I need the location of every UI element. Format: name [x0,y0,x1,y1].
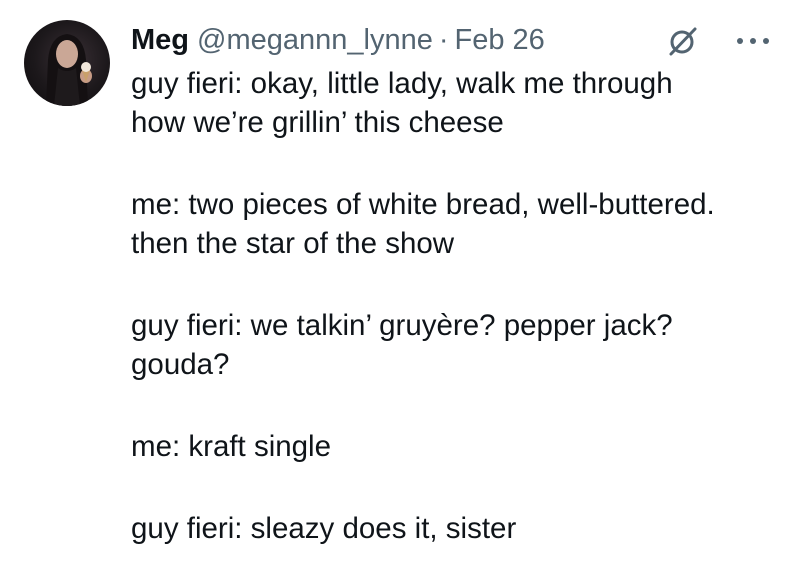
more-options-icon[interactable] [730,24,776,58]
tweet-paragraph: guy fieri: we talkin’ gruyère? pepper ja… [131,306,781,384]
tweet-line: gouda? [131,348,230,381]
tweet-line: guy fieri: okay, little lady, walk me th… [131,67,673,100]
tweet-line: how we’re grillin’ this cheese [131,106,504,139]
tweet-header: Meg @megannn_lynne · Feb 26 [131,17,545,63]
tweet-paragraph: guy fieri: okay, little lady, walk me th… [131,64,781,142]
avatar[interactable] [24,20,110,106]
grok-icon[interactable] [666,24,700,58]
tweet-paragraph: me: two pieces of white bread, well-butt… [131,185,781,263]
tweet-text: guy fieri: okay, little lady, walk me th… [131,64,781,548]
header-separator: · [438,23,449,56]
tweet-line: me: kraft single [131,430,332,463]
profile-photo [46,34,92,106]
tweet-line: guy fieri: we talkin’ gruyère? pepper ja… [131,309,673,342]
tweet-date[interactable]: Feb 26 [455,24,545,57]
tweet-line: then the star of the show [131,227,455,260]
tweet-line: guy fieri: sleazy does it, sister [131,512,517,545]
tweet-line: me: two pieces of white bread, well-butt… [131,188,715,221]
author-name[interactable]: Meg [131,24,189,57]
tweet[interactable]: Meg @megannn_lynne · Feb 26 guy fieri: o… [0,0,800,573]
tweet-paragraph: me: kraft single [131,427,781,466]
tweet-paragraph: guy fieri: sleazy does it, sister [131,509,781,548]
author-handle[interactable]: @megannn_lynne [197,24,433,57]
